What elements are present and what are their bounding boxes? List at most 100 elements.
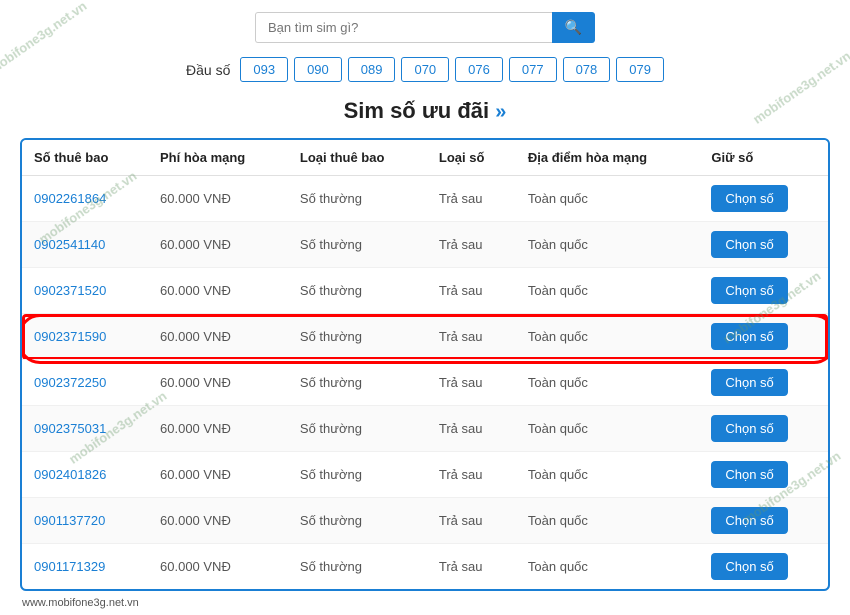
table-row: 0902371520 60.000 VNĐ Số thường Trả sau … [22, 268, 828, 314]
cell-phone: 0901171329 [22, 544, 148, 590]
cell-phone: 0902371520 [22, 268, 148, 314]
phone-link[interactable]: 0902371520 [34, 283, 106, 298]
col-fee: Phí hòa mạng [148, 140, 288, 176]
prefix-077[interactable]: 077 [509, 57, 557, 82]
choose-button[interactable]: Chọn số [711, 277, 787, 304]
prefix-row: Đầu số 093 090 089 070 076 077 078 079 [0, 53, 850, 90]
prefix-076[interactable]: 076 [455, 57, 503, 82]
cell-action: Chọn số [699, 360, 828, 406]
cell-phone: 0901137720 [22, 498, 148, 544]
cell-kind: Trả sau [427, 498, 516, 544]
cell-kind: Trả sau [427, 222, 516, 268]
phone-link[interactable]: 0902541140 [34, 237, 105, 252]
search-button[interactable]: 🔍 [552, 12, 595, 43]
cell-location: Toàn quốc [516, 176, 699, 222]
phone-link[interactable]: 0902261864 [34, 191, 106, 206]
choose-button[interactable]: Chọn số [711, 461, 787, 488]
col-kind: Loại số [427, 140, 516, 176]
cell-phone: 0902541140 [22, 222, 148, 268]
cell-location: Toàn quốc [516, 314, 699, 360]
cell-action: Chọn số [699, 176, 828, 222]
search-icon: 🔍 [565, 19, 582, 35]
cell-phone: 0902371590 [22, 314, 148, 360]
cell-kind: Trả sau [427, 268, 516, 314]
cell-fee: 60.000 VNĐ [148, 544, 288, 590]
search-input[interactable] [255, 12, 552, 43]
choose-button[interactable]: Chọn số [711, 507, 787, 534]
sim-table-wrapper: Số thuê bao Phí hòa mạng Loại thuê bao L… [20, 138, 830, 591]
cell-type: Số thường [288, 176, 427, 222]
cell-location: Toàn quốc [516, 498, 699, 544]
cell-type: Số thường [288, 498, 427, 544]
cell-location: Toàn quốc [516, 268, 699, 314]
cell-location: Toàn quốc [516, 360, 699, 406]
cell-action: Chọn số [699, 268, 828, 314]
cell-location: Toàn quốc [516, 452, 699, 498]
choose-button[interactable]: Chọn số [711, 369, 787, 396]
cell-fee: 60.000 VNĐ [148, 452, 288, 498]
prefix-090[interactable]: 090 [294, 57, 342, 82]
page-wrapper: mobifone3g.net.vn mobifone3g.net.vn mobi… [0, 0, 850, 615]
table-row: 0902541140 60.000 VNĐ Số thường Trả sau … [22, 222, 828, 268]
cell-phone: 0902375031 [22, 406, 148, 452]
cell-type: Số thường [288, 452, 427, 498]
table-row: 0902375031 60.000 VNĐ Số thường Trả sau … [22, 406, 828, 452]
cell-fee: 60.000 VNĐ [148, 498, 288, 544]
prefix-label: Đầu số [186, 62, 230, 78]
choose-button[interactable]: Chọn số [711, 553, 787, 580]
cell-type: Số thường [288, 314, 427, 360]
phone-link[interactable]: 0902372250 [34, 375, 106, 390]
prefix-078[interactable]: 078 [563, 57, 611, 82]
cell-phone: 0902401826 [22, 452, 148, 498]
cell-kind: Trả sau [427, 406, 516, 452]
prefix-093[interactable]: 093 [240, 57, 288, 82]
cell-kind: Trả sau [427, 314, 516, 360]
cell-fee: 60.000 VNĐ [148, 314, 288, 360]
cell-action: Chọn số [699, 222, 828, 268]
cell-kind: Trả sau [427, 452, 516, 498]
cell-type: Số thường [288, 360, 427, 406]
cell-location: Toàn quốc [516, 222, 699, 268]
footer-url: www.mobifone3g.net.vn [0, 591, 850, 615]
choose-button[interactable]: Chọn số [711, 415, 787, 442]
phone-link[interactable]: 0902371590 [34, 329, 106, 344]
phone-link[interactable]: 0901137720 [34, 513, 105, 528]
phone-link[interactable]: 0901171329 [34, 559, 105, 574]
col-type: Loại thuê bao [288, 140, 427, 176]
col-phone: Số thuê bao [22, 140, 148, 176]
cell-kind: Trả sau [427, 360, 516, 406]
table-row: 0902371590 60.000 VNĐ Số thường Trả sau … [22, 314, 828, 360]
search-section: 🔍 [0, 0, 850, 53]
table-row: 0902261864 60.000 VNĐ Số thường Trả sau … [22, 176, 828, 222]
section-title: Sim số ưu đãi » [0, 90, 850, 138]
choose-button[interactable]: Chọn số [711, 323, 787, 350]
title-arrow: » [495, 101, 506, 123]
table-row: 0902401826 60.000 VNĐ Số thường Trả sau … [22, 452, 828, 498]
cell-type: Số thường [288, 268, 427, 314]
cell-kind: Trả sau [427, 544, 516, 590]
table-header-row: Số thuê bao Phí hòa mạng Loại thuê bao L… [22, 140, 828, 176]
cell-fee: 60.000 VNĐ [148, 268, 288, 314]
cell-action: Chọn số [699, 498, 828, 544]
cell-location: Toàn quốc [516, 406, 699, 452]
cell-fee: 60.000 VNĐ [148, 406, 288, 452]
table-row: 0901171329 60.000 VNĐ Số thường Trả sau … [22, 544, 828, 590]
cell-type: Số thường [288, 544, 427, 590]
cell-type: Số thường [288, 222, 427, 268]
cell-action: Chọn số [699, 314, 828, 360]
phone-link[interactable]: 0902401826 [34, 467, 106, 482]
cell-fee: 60.000 VNĐ [148, 360, 288, 406]
choose-button[interactable]: Chọn số [711, 231, 787, 258]
cell-action: Chọn số [699, 544, 828, 590]
cell-type: Số thường [288, 406, 427, 452]
cell-phone: 0902372250 [22, 360, 148, 406]
sim-table: Số thuê bao Phí hòa mạng Loại thuê bao L… [22, 140, 828, 589]
cell-phone: 0902261864 [22, 176, 148, 222]
phone-link[interactable]: 0902375031 [34, 421, 106, 436]
prefix-089[interactable]: 089 [348, 57, 396, 82]
search-box: 🔍 [255, 12, 595, 43]
prefix-070[interactable]: 070 [401, 57, 449, 82]
choose-button[interactable]: Chọn số [711, 185, 787, 212]
cell-action: Chọn số [699, 406, 828, 452]
prefix-079[interactable]: 079 [616, 57, 664, 82]
